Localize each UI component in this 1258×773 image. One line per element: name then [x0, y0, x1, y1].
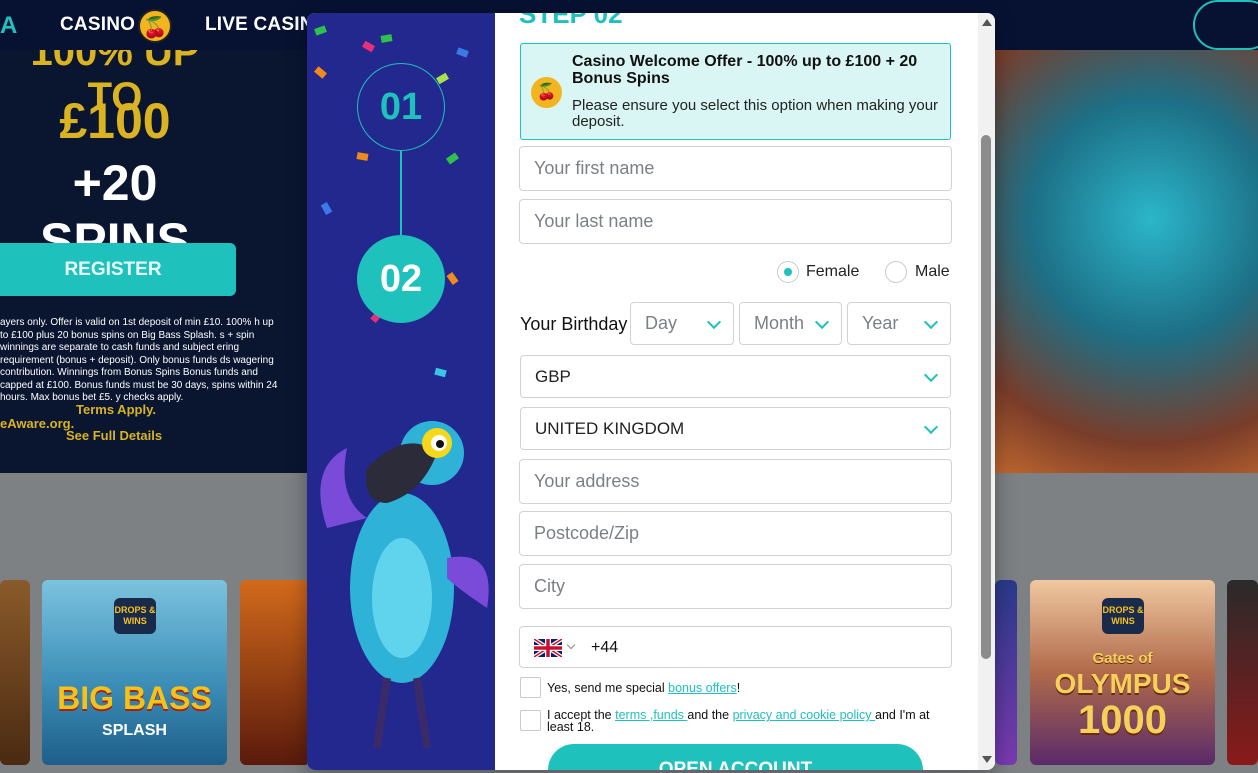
game-subtitle: OLYMPUS [1054, 668, 1191, 699]
hero-amount: £100 [59, 93, 171, 149]
bonus-offers-checkbox[interactable] [520, 677, 541, 698]
drops-wins-badge: DROPS & WINS [114, 598, 156, 634]
offer-description: Please ensure you select this option whe… [572, 97, 939, 130]
country-value: UNITED KINGDOM [535, 419, 685, 438]
last-name-input[interactable] [519, 199, 952, 244]
terms-link[interactable]: terms [615, 708, 646, 722]
hero-terms-text: ayers only. Offer is valid on 1st deposi… [0, 317, 278, 403]
chevron-down-icon [814, 314, 830, 330]
game-subtitle: SPLASH [102, 722, 167, 739]
terms-checkbox[interactable] [520, 710, 541, 731]
confetti [314, 66, 327, 79]
year-value: Year [862, 313, 899, 333]
day-value: Day [645, 313, 678, 333]
step-01-indicator: 01 [357, 63, 445, 151]
game-tile[interactable] [240, 580, 310, 765]
chevron-down-icon [923, 367, 939, 383]
confetti [446, 271, 459, 286]
chevron-down-icon [923, 314, 939, 330]
confetti [356, 152, 369, 161]
country-select[interactable]: UNITED KINGDOM [520, 407, 951, 450]
phone-field[interactable]: +44 [519, 626, 952, 668]
address-input[interactable] [519, 459, 952, 504]
privacy-policy-link[interactable]: privacy and cookie policy [733, 708, 875, 722]
form-heading: STEP 02 [519, 13, 623, 29]
city-input[interactable] [519, 564, 952, 609]
bonus-text: Yes, send me special [547, 681, 669, 695]
registration-form: STEP 02 🍒 Casino Welcome Offer - 100% up… [519, 13, 952, 770]
terms-label: I accept the terms ,funds and the privac… [547, 708, 947, 734]
confetti [320, 201, 333, 216]
game-tile[interactable] [0, 580, 30, 765]
modal-scrollbar[interactable] [978, 13, 995, 770]
birthday-day-select[interactable]: Day [630, 302, 734, 345]
first-name-input[interactable] [519, 146, 952, 191]
game-tile-gates-of-olympus[interactable]: DROPS & WINS Gates of OLYMPUS 1000 [1030, 580, 1215, 765]
scrollbar-thumb[interactable] [981, 135, 991, 659]
step-02-indicator: 02 [357, 235, 445, 323]
chevron-down-icon [923, 419, 939, 435]
confetti [361, 40, 376, 53]
game-tile-big-bass-splash[interactable]: DROPS & WINS BIG BASS SPLASH [42, 580, 227, 765]
hero-register-button[interactable]: REGISTER [0, 243, 236, 296]
game-number: 1000 [1078, 698, 1167, 742]
scroll-up-arrow-icon[interactable] [982, 19, 992, 26]
chevron-down-icon [706, 314, 722, 330]
confetti [434, 367, 447, 378]
gender-male-option[interactable]: Male [885, 261, 955, 285]
male-radio[interactable] [885, 261, 907, 283]
game-title: BIG BASS [57, 680, 212, 716]
open-account-button[interactable]: OPEN ACCOUNT [548, 744, 923, 770]
steps-sidebar: 01 02 [307, 13, 495, 770]
month-value: Month [754, 313, 805, 333]
step-connector [400, 151, 402, 235]
confetti [456, 47, 469, 58]
cherries-icon: 🍒 [138, 9, 172, 43]
scroll-down-arrow-icon[interactable] [982, 756, 992, 763]
confetti [380, 34, 393, 43]
bonus-offers-link[interactable]: bonus offers [668, 681, 737, 695]
terms-apply-link[interactable]: Terms Apply. [76, 402, 156, 417]
offer-title: Casino Welcome Offer - 100% up to £100 +… [572, 53, 918, 87]
nav-casino-link[interactable]: CASINO [60, 14, 135, 36]
birthday-label: Your Birthday [520, 314, 628, 334]
game-tile[interactable] [995, 580, 1017, 765]
game-title: Gates of [1092, 650, 1153, 667]
welcome-offer-option[interactable]: 🍒 Casino Welcome Offer - 100% up to £100… [520, 43, 951, 140]
registration-modal: 01 02 STEP 02 🍒 Casino Welcome Offer - 1… [307, 13, 995, 770]
currency-value: GBP [535, 367, 571, 386]
birthday-year-select[interactable]: Year [847, 302, 951, 345]
bonus-text-end: ! [736, 681, 741, 695]
phone-country-code: +44 [591, 639, 619, 656]
site-logo[interactable]: A [0, 12, 17, 40]
female-radio[interactable] [777, 261, 799, 283]
chevron-down-icon [566, 640, 576, 650]
confetti [445, 152, 460, 165]
female-label: Female [806, 263, 860, 280]
see-full-details-link[interactable]: See Full Details [66, 428, 162, 443]
currency-select[interactable]: GBP [520, 355, 951, 398]
cherries-icon: 🍒 [531, 77, 562, 108]
postcode-input[interactable] [519, 511, 952, 556]
login-button[interactable] [1193, 0, 1258, 50]
bonus-offers-label: Yes, send me special bonus offers! [547, 681, 947, 695]
drops-wins-badge: DROPS & WINS [1102, 598, 1144, 634]
game-tile[interactable] [1227, 580, 1258, 765]
uk-flag-icon[interactable] [534, 639, 562, 657]
and-the-text: and the [687, 708, 733, 722]
funds-link[interactable]: funds [653, 708, 687, 722]
parrot-mascot-icon [320, 421, 489, 749]
confetti [314, 25, 327, 36]
begambleaware-link[interactable]: eAware.org. [0, 416, 74, 431]
hero-artwork [990, 50, 1258, 473]
male-label: Male [915, 263, 950, 280]
gender-female-option[interactable]: Female [777, 261, 867, 285]
birthday-month-select[interactable]: Month [739, 302, 842, 345]
